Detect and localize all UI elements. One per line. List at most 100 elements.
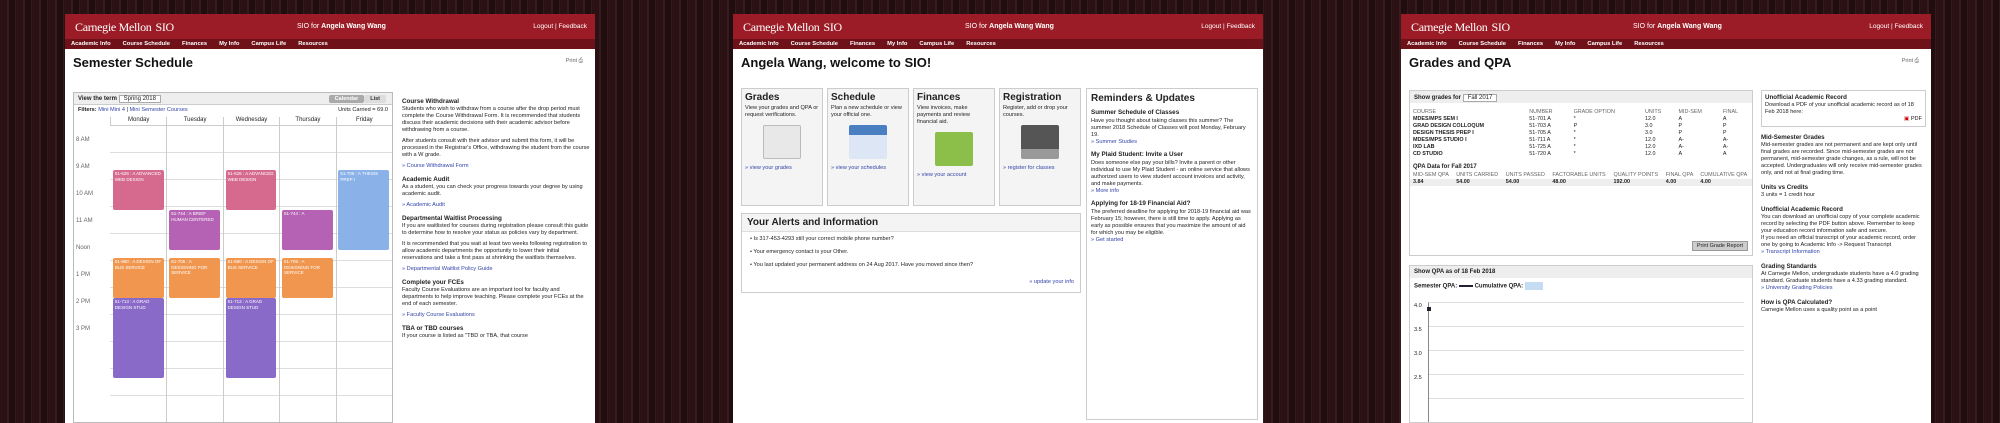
nav-academic-info[interactable]: Academic Info bbox=[1407, 41, 1447, 47]
grades-box: Show grades for Fall 2017 COURSE NUMBER GR… bbox=[1409, 90, 1753, 256]
reminder-heading: Applying for 18-19 Financial Aid? bbox=[1091, 200, 1191, 207]
card-registration[interactable]: Registration Register, add or drop your c… bbox=[999, 88, 1081, 206]
sidebar-link[interactable]: » Course Withdrawal Form bbox=[402, 163, 590, 170]
reminder-link[interactable]: » Summer Studies bbox=[1091, 139, 1253, 146]
cmu-logo[interactable]: Carnegie Mellon SIO bbox=[75, 20, 174, 35]
term-select[interactable]: Spring 2018 bbox=[118, 95, 161, 103]
feedback-link[interactable]: Feedback bbox=[1226, 23, 1255, 30]
calendar-view-button[interactable]: Calendar bbox=[328, 95, 365, 103]
alert-item: • Is 317-453-4293 still your correct mob… bbox=[750, 236, 894, 242]
calendar-event[interactable]: 51-744 : A bbox=[282, 210, 333, 250]
card-title: Registration bbox=[1003, 92, 1062, 103]
pdf-link[interactable]: ▣ PDF bbox=[1765, 116, 1922, 123]
nav-my-info[interactable]: My Info bbox=[1555, 41, 1575, 47]
nav-campus-life[interactable]: Campus Life bbox=[251, 41, 286, 47]
sidebar-text: If your course is listed as "TBD or TBA,… bbox=[402, 333, 528, 339]
sidebar-heading: Mid-Semester Grades bbox=[1761, 134, 1825, 141]
print-grade-report-button[interactable]: Print Grade Report bbox=[1691, 241, 1748, 251]
alerts-title: Your Alerts and Information bbox=[742, 214, 1080, 232]
sidebar-link[interactable]: » Departmental Waitlist Policy Guide bbox=[402, 266, 590, 273]
feedback-link[interactable]: Feedback bbox=[1894, 23, 1923, 30]
nav-course-schedule[interactable]: Course Schedule bbox=[791, 41, 838, 47]
qpa-table: MID-SEM QPA UNITS CARRIED UNITS PASSED FACT… bbox=[1410, 172, 1752, 186]
sidebar-heading: How is QPA Calculated? bbox=[1761, 299, 1833, 306]
table-row: IXD LAB 51-725 A * 12.0 A- A- bbox=[1413, 144, 1729, 150]
reminder-link[interactable]: » Get started bbox=[1091, 237, 1253, 244]
logout-link[interactable]: Logout bbox=[1201, 23, 1221, 30]
logout-link[interactable]: Logout bbox=[533, 23, 553, 30]
term-label: View the term bbox=[78, 96, 117, 102]
header: Carnegie Mellon SIO SIO for Angela Wang W… bbox=[65, 14, 595, 39]
user-label: SIO for Angela Wang Wang bbox=[297, 23, 386, 30]
card-grades[interactable]: Grades View your grades and QPA or reques… bbox=[741, 88, 823, 206]
graph-area bbox=[1427, 302, 1744, 422]
nav-resources[interactable]: Resources bbox=[966, 41, 996, 47]
card-link[interactable]: » view your grades bbox=[745, 165, 819, 172]
nav-campus-life[interactable]: Campus Life bbox=[1587, 41, 1622, 47]
logo-sio: SIO bbox=[1491, 20, 1510, 34]
sio-for: SIO for bbox=[965, 23, 988, 30]
sidebar-link[interactable]: » Faculty Course Evaluations bbox=[402, 312, 590, 319]
reminders-box: Reminders & Updates Summer Schedule of C… bbox=[1086, 88, 1258, 420]
list-view-button[interactable]: List bbox=[364, 95, 386, 103]
card-text: Register, add or drop your courses. bbox=[1003, 105, 1068, 118]
print-link[interactable]: Print ⎙ bbox=[566, 58, 583, 65]
card-text: View your grades and QPA or request veri… bbox=[745, 105, 819, 118]
calendar-event[interactable]: 51-713 : A GRAD DESIGN STUD bbox=[112, 298, 164, 378]
card-finances[interactable]: Finances View invoices, make payments and… bbox=[913, 88, 995, 206]
calendar-event[interactable]: 51-744 : A BRIEF HUMAN CENTERED bbox=[169, 210, 220, 250]
print-link[interactable]: Print ⎙ bbox=[1902, 58, 1919, 65]
card-schedule[interactable]: Schedule Plan a new schedule or view your… bbox=[827, 88, 909, 206]
link-text: Academic Audit bbox=[406, 202, 445, 208]
nav-finances[interactable]: Finances bbox=[1518, 41, 1543, 47]
alert-item: • You last updated your permanent addres… bbox=[750, 262, 974, 268]
header-links: Logout | Feedback bbox=[1869, 23, 1923, 30]
sidebar-link[interactable]: » Transcript Information bbox=[1761, 249, 1926, 256]
calendar-event[interactable]: 51-880 : A DESIGN OF BUS SERVICE bbox=[225, 258, 277, 298]
sidebar-link[interactable]: » Academic Audit bbox=[402, 202, 590, 209]
user-name: Angela Wang Wang bbox=[321, 23, 386, 30]
card-link[interactable]: » register for classes bbox=[1003, 165, 1077, 172]
nav-resources[interactable]: Resources bbox=[1634, 41, 1664, 47]
reminder-link[interactable]: » More info bbox=[1091, 188, 1253, 195]
units-carried: Units Carried = 69.0 bbox=[338, 107, 388, 113]
pdf-label: PDF bbox=[1910, 116, 1922, 122]
header: Carnegie Mellon SIO SIO for Angela Wang W… bbox=[733, 14, 1263, 39]
nav-resources[interactable]: Resources bbox=[298, 41, 328, 47]
logout-link[interactable]: Logout bbox=[1869, 23, 1889, 30]
header-links: Logout | Feedback bbox=[1201, 23, 1255, 30]
update-info-link[interactable]: » update your info bbox=[1029, 279, 1074, 286]
filters-label: Filters: bbox=[78, 107, 97, 113]
calendar-event[interactable]: 51-706 : A THESIS PREP I bbox=[338, 170, 390, 250]
sidebar-heading: Departmental Waitlist Processing bbox=[402, 215, 502, 222]
nav-course-schedule[interactable]: Course Schedule bbox=[1459, 41, 1506, 47]
nav-my-info[interactable]: My Info bbox=[887, 41, 907, 47]
filter-mini[interactable]: Mini Mini 4 bbox=[98, 107, 125, 113]
nav-my-info[interactable]: My Info bbox=[219, 41, 239, 47]
feedback-link[interactable]: Feedback bbox=[558, 23, 587, 30]
sidebar-text: As a student, you can check your progres… bbox=[402, 184, 583, 197]
nav-campus-life[interactable]: Campus Life bbox=[919, 41, 954, 47]
welcome-title: Angela Wang, welcome to SIO! bbox=[741, 55, 932, 70]
card-link[interactable]: » view your account bbox=[917, 172, 991, 179]
calendar-event[interactable]: 51-713 : A GRAD DESIGN STUD bbox=[225, 298, 277, 378]
pdf-icon: ▣ bbox=[1903, 116, 1910, 122]
cmu-logo[interactable]: Carnegie Mellon SIO bbox=[1411, 20, 1510, 35]
calendar-event[interactable]: 51-705 : A DESIGNING FOR SERVICE bbox=[169, 258, 220, 298]
alert-text: Your emergency contact is your Other. bbox=[753, 249, 849, 255]
nav-finances[interactable]: Finances bbox=[850, 41, 875, 47]
cmu-logo[interactable]: Carnegie Mellon SIO bbox=[743, 20, 842, 35]
card-link[interactable]: » view your schedules bbox=[831, 165, 905, 172]
calendar-event[interactable]: 51-705 : A DESIGNING FOR SERVICE bbox=[282, 258, 333, 298]
logo-sio: SIO bbox=[823, 20, 842, 34]
calendar-event[interactable]: 51-880 : A DESIGN OF BUS SERVICE bbox=[112, 258, 164, 298]
nav-academic-info[interactable]: Academic Info bbox=[71, 41, 111, 47]
nav-finances[interactable]: Finances bbox=[182, 41, 207, 47]
filter-semester[interactable]: Mini Semester Courses bbox=[130, 107, 188, 113]
sidebar-link[interactable]: » University Grading Policies bbox=[1761, 285, 1926, 292]
calendar-event[interactable]: 51-626 : A ADVANCED WEB DESIGN bbox=[112, 170, 164, 210]
nav-academic-info[interactable]: Academic Info bbox=[739, 41, 779, 47]
nav-course-schedule[interactable]: Course Schedule bbox=[123, 41, 170, 47]
calendar-event[interactable]: 51-626 : A ADVANCED WEB DESIGN bbox=[225, 170, 277, 210]
term-select[interactable]: Fall 2017 bbox=[1462, 94, 1498, 102]
